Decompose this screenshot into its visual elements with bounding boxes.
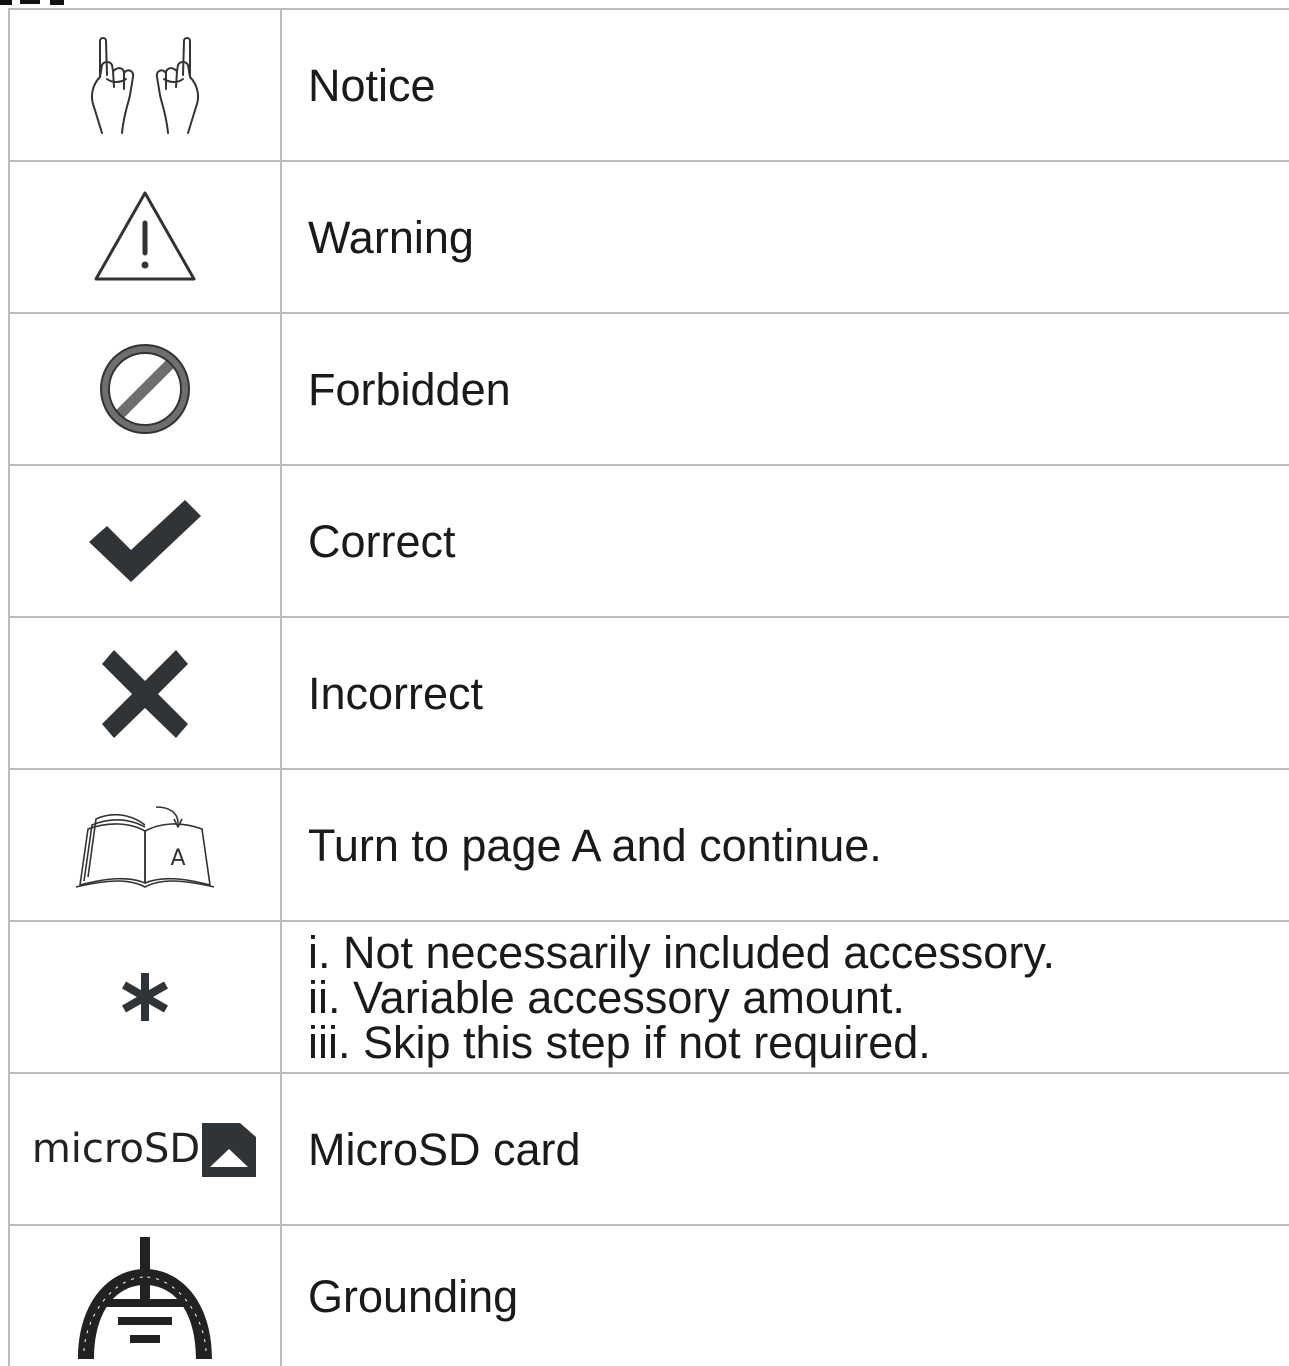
icon-cell [8, 314, 282, 464]
microsd-card-shape [202, 1123, 257, 1177]
open-book-page-icon: A [75, 806, 215, 888]
heading-fragment [0, 0, 64, 5]
table-row: Forbidden [8, 314, 1289, 466]
icon-cell [8, 10, 282, 160]
icon-cell [8, 466, 282, 616]
asterisk-icon [122, 973, 168, 1021]
table-row: A Turn to page A and continue. [8, 770, 1289, 922]
note-line: i. Not necessarily included accessory. [308, 926, 1055, 978]
row-notes: i. Not necessarily included accessory. i… [282, 922, 1289, 1072]
checkmark-icon [89, 500, 201, 582]
table-row: i. Not necessarily included accessory. i… [8, 922, 1289, 1074]
symbols-table: Notice Warning Forbidden Correct Incorre… [8, 8, 1289, 1366]
microsd-card-icon: microSD [32, 1119, 258, 1179]
row-label: Warning [308, 211, 474, 263]
book-letter: A [170, 846, 185, 871]
row-label: Correct [308, 515, 456, 567]
row-label: Grounding [308, 1270, 519, 1322]
row-label: Incorrect [308, 667, 484, 719]
icon-cell: microSD [8, 1074, 282, 1224]
row-label: Forbidden [308, 363, 511, 415]
table-row: Incorrect [8, 618, 1289, 770]
table-row: Notice [8, 8, 1289, 162]
icon-cell [8, 1226, 282, 1366]
forbidden-icon [100, 344, 190, 434]
icon-cell [8, 922, 282, 1072]
table-row: Warning [8, 162, 1289, 314]
notice-hands-icon [91, 37, 199, 134]
table-row: Grounding [8, 1226, 1289, 1366]
table-row: microSD MicroSD card [8, 1074, 1289, 1226]
microsd-logo-text: microSD [31, 1126, 201, 1172]
row-label: MicroSD card [308, 1123, 581, 1175]
icon-cell [8, 162, 282, 312]
cross-icon [102, 649, 188, 738]
grounding-icon [78, 1237, 212, 1359]
note-line: ii. Variable accessory amount. [308, 971, 905, 1023]
icon-cell: A [8, 770, 282, 920]
row-label: Turn to page A and continue. [308, 819, 882, 871]
table-row: Correct [8, 466, 1289, 618]
note-line: iii. Skip this step if not required. [308, 1016, 931, 1068]
icon-cell [8, 618, 282, 768]
warning-triangle-icon [94, 191, 196, 281]
row-label: Notice [308, 59, 436, 111]
